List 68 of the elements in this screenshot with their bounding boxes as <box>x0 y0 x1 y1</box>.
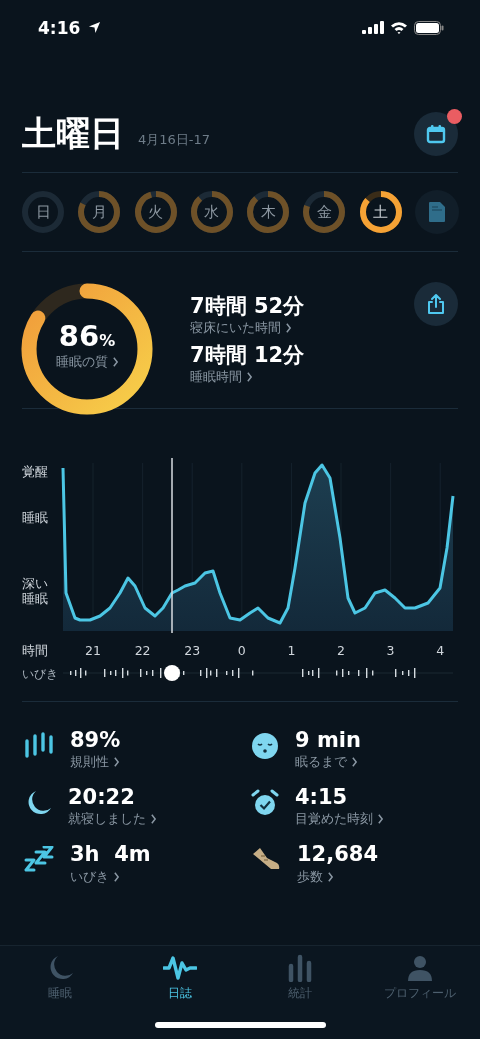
stat-link[interactable]: 眠るまで <box>295 753 361 772</box>
hour-label: 0 <box>237 643 246 658</box>
stat-link[interactable]: いびき <box>70 867 151 886</box>
axis-label: 覚醒 <box>22 465 48 480</box>
metric-link[interactable]: 睡眠時間 <box>190 368 414 387</box>
stat-link[interactable]: 目覚めた時刻 <box>295 810 384 829</box>
person-icon <box>407 954 433 982</box>
stat-value: 9 min <box>295 728 361 754</box>
metric-value: 7時間 12分 <box>190 343 306 369</box>
stat-value: 20:22 <box>68 785 136 811</box>
chevron-icon <box>285 323 292 334</box>
hour-label: 21 <box>85 643 101 658</box>
share-button[interactable] <box>414 282 458 326</box>
day-ring-button[interactable]: 金 <box>302 190 347 234</box>
tab[interactable]: 日誌 <box>120 954 240 1002</box>
hour-label: 23 <box>184 643 201 658</box>
hour-label: 22 <box>134 643 151 658</box>
chevron-icon <box>111 357 119 368</box>
date-range: 4月16日-17 <box>138 131 211 149</box>
axis-label: 睡眠 <box>22 511 48 526</box>
day-ring-button[interactable]: 水 <box>189 190 234 234</box>
alarm-clock-icon <box>251 789 279 818</box>
bar-chart-icon <box>287 954 313 982</box>
status-time: 4:16 <box>38 17 81 38</box>
chevron-icon <box>113 757 120 768</box>
metric-value: 7時間 52分 <box>190 294 306 320</box>
hour-label: 1 <box>287 643 296 658</box>
share-icon <box>427 293 445 315</box>
chevron-icon <box>377 814 384 825</box>
stat-value: 12,684 <box>297 842 379 868</box>
hour-label: 2 <box>337 643 345 658</box>
pulse-icon <box>163 954 197 982</box>
battery-icon <box>414 20 444 35</box>
sleep-quality-link[interactable]: 睡眠の質 <box>55 353 119 372</box>
axis-title: 時間 <box>22 643 48 658</box>
day-ring-button[interactable]: 土 <box>358 190 403 234</box>
day-ring-button[interactable]: 木 <box>246 190 291 234</box>
chevron-icon <box>150 814 157 825</box>
sleepy-face-icon <box>251 732 279 760</box>
calendar-icon <box>426 124 446 144</box>
signal-icon <box>362 21 384 34</box>
stat-value: 4:15 <box>295 785 349 811</box>
chevron-icon <box>113 871 120 882</box>
day-ring-button[interactable]: 日 <box>21 190 65 234</box>
axis-label: 深い睡眠 <box>22 577 49 607</box>
bars-icon <box>24 732 54 758</box>
stat-value: 89% <box>70 728 121 754</box>
day-ring-button[interactable]: 月 <box>77 190 122 234</box>
scrubber-handle[interactable] <box>164 665 180 681</box>
hour-label: 3 <box>386 643 395 658</box>
document-icon <box>427 201 446 223</box>
chevron-icon <box>327 871 334 882</box>
hour-label: 4 <box>436 643 445 658</box>
zzz-icon <box>24 846 54 875</box>
metric-link[interactable]: 寝床にいた時間 <box>190 319 414 338</box>
report-button[interactable] <box>414 190 459 234</box>
stat-link[interactable]: 就寝しました <box>68 810 157 829</box>
snore-label: いびき <box>22 667 58 681</box>
wifi-icon <box>390 21 408 34</box>
stat-link[interactable]: 規則性 <box>70 753 121 772</box>
chevron-icon <box>246 372 253 383</box>
location-arrow-icon <box>88 21 102 34</box>
chevron-icon <box>351 757 358 768</box>
stat-value: 3h 4m <box>70 842 151 868</box>
sleep-quality-score: 86% <box>58 320 116 354</box>
day-title: 土曜日 <box>22 112 124 155</box>
stat-link[interactable]: 歩数 <box>297 867 379 886</box>
day-ring-button[interactable]: 火 <box>133 190 178 234</box>
